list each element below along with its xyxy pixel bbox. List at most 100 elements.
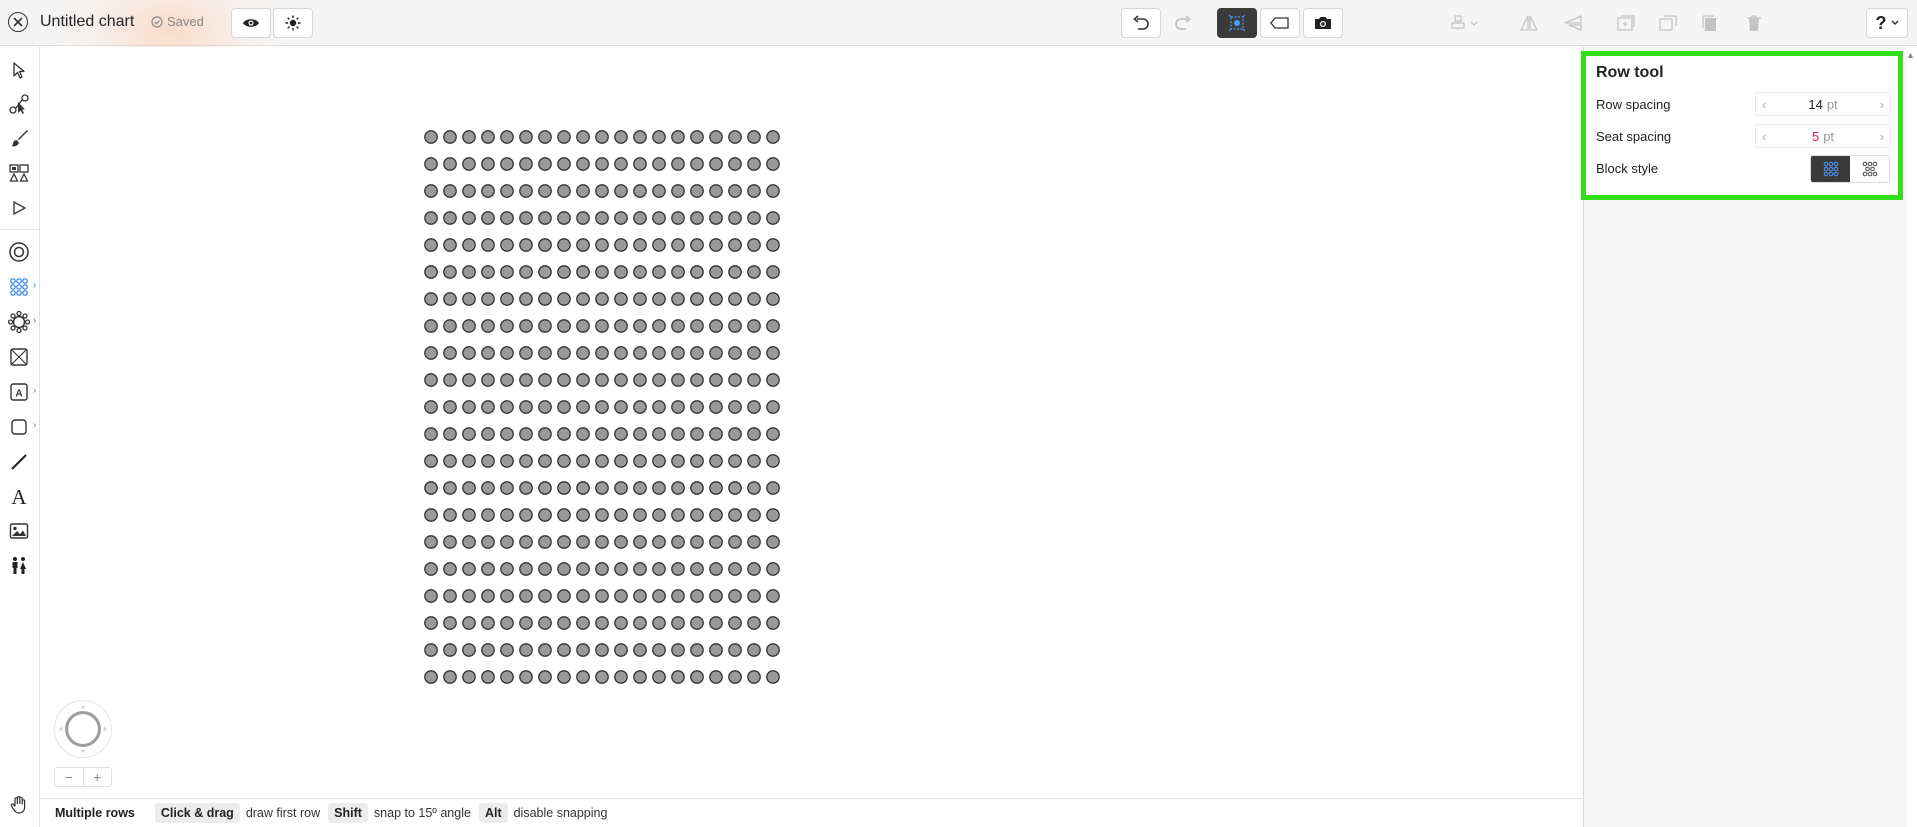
seat[interactable] — [519, 265, 533, 279]
seat[interactable] — [443, 562, 457, 576]
seat[interactable] — [557, 211, 571, 225]
seat[interactable] — [462, 265, 476, 279]
seat[interactable] — [424, 184, 438, 198]
seat[interactable] — [690, 427, 704, 441]
seat[interactable] — [500, 643, 514, 657]
seat[interactable] — [728, 292, 742, 306]
seat[interactable] — [462, 211, 476, 225]
seat[interactable] — [652, 238, 666, 252]
seat[interactable] — [424, 589, 438, 603]
seat[interactable] — [633, 535, 647, 549]
seat[interactable] — [690, 589, 704, 603]
seat[interactable] — [538, 319, 552, 333]
seat[interactable] — [481, 400, 495, 414]
rotation-compass[interactable] — [54, 700, 112, 758]
seat[interactable] — [481, 589, 495, 603]
seat[interactable] — [557, 481, 571, 495]
seat[interactable] — [481, 454, 495, 468]
seat[interactable] — [500, 481, 514, 495]
seat[interactable] — [671, 346, 685, 360]
seat[interactable] — [690, 535, 704, 549]
seat[interactable] — [709, 454, 723, 468]
seat[interactable] — [462, 481, 476, 495]
seat[interactable] — [538, 481, 552, 495]
seat[interactable] — [728, 400, 742, 414]
seat[interactable] — [519, 157, 533, 171]
seat[interactable] — [766, 130, 780, 144]
seat[interactable] — [614, 184, 628, 198]
seat[interactable] — [652, 211, 666, 225]
seat[interactable] — [557, 238, 571, 252]
seat[interactable] — [557, 346, 571, 360]
seat[interactable] — [747, 616, 761, 630]
seat[interactable] — [766, 346, 780, 360]
seat[interactable] — [538, 130, 552, 144]
seat[interactable] — [766, 562, 780, 576]
ungroup-button[interactable] — [1650, 8, 1686, 38]
seat-spacing-value[interactable]: 5 — [1812, 129, 1819, 144]
seat[interactable] — [728, 373, 742, 387]
seat[interactable] — [481, 238, 495, 252]
seat[interactable] — [709, 265, 723, 279]
flip-vertical-button[interactable] — [1555, 8, 1591, 38]
seat[interactable] — [595, 508, 609, 522]
seat[interactable] — [614, 211, 628, 225]
seat[interactable] — [519, 292, 533, 306]
seat[interactable] — [576, 265, 590, 279]
seat[interactable] — [538, 157, 552, 171]
seat[interactable] — [519, 616, 533, 630]
seat[interactable] — [424, 670, 438, 684]
seat[interactable] — [633, 427, 647, 441]
seat[interactable] — [614, 238, 628, 252]
seat[interactable] — [690, 373, 704, 387]
seat[interactable] — [709, 643, 723, 657]
seat[interactable] — [633, 130, 647, 144]
seat[interactable] — [614, 346, 628, 360]
seat[interactable] — [443, 238, 457, 252]
icon-tool[interactable] — [6, 553, 32, 579]
seat[interactable] — [500, 238, 514, 252]
seat[interactable] — [557, 535, 571, 549]
pan-tool[interactable] — [6, 792, 32, 818]
seat[interactable] — [633, 292, 647, 306]
seat[interactable] — [519, 427, 533, 441]
seat[interactable] — [690, 508, 704, 522]
delete-button[interactable] — [1736, 8, 1772, 38]
seat[interactable] — [519, 238, 533, 252]
seat[interactable] — [633, 238, 647, 252]
seat[interactable] — [462, 373, 476, 387]
seat[interactable] — [747, 427, 761, 441]
seat[interactable] — [462, 157, 476, 171]
seat[interactable] — [633, 346, 647, 360]
seat[interactable] — [747, 589, 761, 603]
seat[interactable] — [462, 400, 476, 414]
seat[interactable] — [633, 373, 647, 387]
selection-mode-button[interactable] — [1217, 8, 1257, 38]
seat[interactable] — [538, 238, 552, 252]
seat[interactable] — [595, 400, 609, 414]
seat[interactable] — [595, 616, 609, 630]
seat[interactable] — [633, 454, 647, 468]
seat[interactable] — [557, 400, 571, 414]
seat[interactable] — [595, 427, 609, 441]
seat[interactable] — [690, 292, 704, 306]
seat[interactable] — [766, 265, 780, 279]
seat[interactable] — [500, 373, 514, 387]
seat[interactable] — [462, 238, 476, 252]
align-dropdown-button[interactable] — [1440, 8, 1490, 38]
seat-spacing-stepper[interactable]: ‹ 5 pt › — [1755, 124, 1891, 148]
row-spacing-stepper[interactable]: ‹ 14 pt › — [1755, 92, 1891, 116]
seat[interactable] — [671, 670, 685, 684]
chart-canvas[interactable] — [41, 47, 1582, 797]
seat[interactable] — [633, 184, 647, 198]
seat[interactable] — [595, 643, 609, 657]
seat[interactable] — [424, 400, 438, 414]
seat[interactable] — [557, 265, 571, 279]
seat[interactable] — [576, 373, 590, 387]
seat[interactable] — [576, 427, 590, 441]
seat[interactable] — [557, 427, 571, 441]
chevron-right-icon[interactable]: › — [33, 420, 36, 431]
seat[interactable] — [500, 130, 514, 144]
seat[interactable] — [462, 346, 476, 360]
seat[interactable] — [462, 184, 476, 198]
